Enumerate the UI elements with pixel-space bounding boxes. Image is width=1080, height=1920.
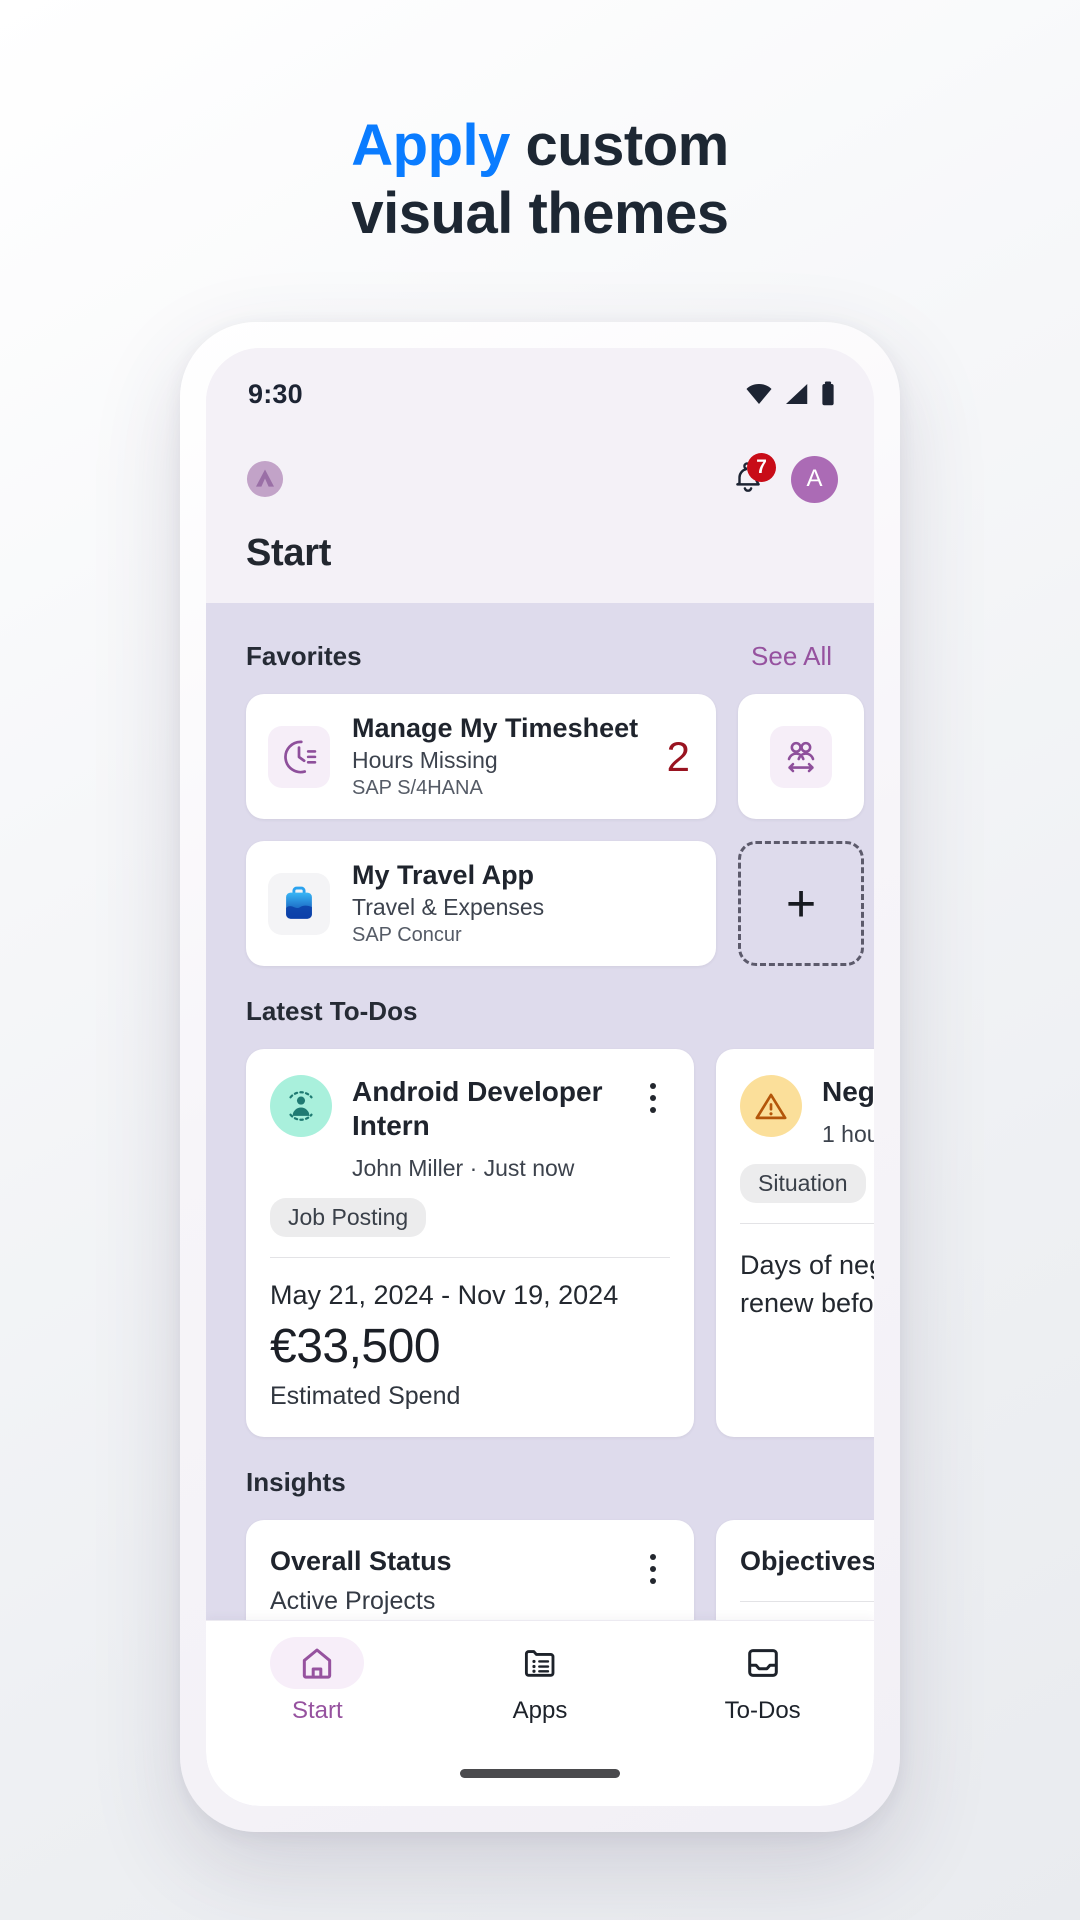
team-transfer-icon: [770, 725, 832, 788]
plus-icon: +: [785, 874, 817, 933]
nav-label-apps: Apps: [512, 1697, 568, 1724]
nav-item-apps[interactable]: Apps: [429, 1637, 652, 1725]
favorite-card-travel[interactable]: My Travel App Travel & Expenses SAP Conc…: [246, 841, 716, 966]
bottom-nav-items: Start Apps To-Dos: [206, 1637, 874, 1725]
favorite-subtitle: Travel & Expenses: [352, 894, 545, 921]
favorite-subtitle: Hours Missing: [352, 747, 498, 774]
page-content[interactable]: Favorites See All Manage My Timesheet Ho…: [206, 603, 874, 1806]
todo-amount: €33,500: [270, 1320, 441, 1374]
section-title-todos: Latest To-Dos: [246, 996, 418, 1026]
nav-item-start[interactable]: Start: [206, 1637, 429, 1725]
phone-screen: 9:30 7 A Start Favorites See All Manage …: [206, 348, 874, 1806]
promo-headline: Apply custom visual themes: [0, 112, 1080, 249]
add-favorite-button[interactable]: +: [738, 841, 864, 966]
insight-card-header: Objectives: [740, 1546, 874, 1577]
headline-line2: visual themes: [351, 181, 729, 247]
favorite-card-timesheet[interactable]: Manage My Timesheet Hours Missing SAP S/…: [246, 694, 716, 819]
insight-subtitle: Active Projects: [270, 1587, 436, 1616]
nav-label-todos: To-Dos: [724, 1697, 801, 1724]
app-header: 7 A: [206, 440, 874, 518]
home-indicator[interactable]: [460, 1769, 620, 1778]
nav-pill-apps: [493, 1637, 587, 1689]
battery-icon: [822, 381, 834, 406]
todo-card-head-text: Negotiation Deadline 1 hour ago: [822, 1075, 874, 1148]
nav-pill-todos: [716, 1637, 810, 1689]
todo-card-header: Android Developer Intern John Miller · J…: [270, 1075, 670, 1182]
insight-title: Overall Status: [270, 1546, 452, 1577]
home-icon: [303, 1648, 332, 1679]
todos-row[interactable]: Android Developer Intern John Miller · J…: [206, 1049, 874, 1438]
favorites-row-2[interactable]: My Travel App Travel & Expenses SAP Conc…: [206, 819, 874, 966]
inbox-tray-icon: [747, 1649, 778, 1677]
notifications-button[interactable]: 7: [731, 453, 776, 498]
favorite-title: Manage My Timesheet: [352, 712, 639, 743]
wifi-icon: [746, 384, 772, 404]
section-title-favorites: Favorites: [246, 641, 362, 671]
nav-item-todos[interactable]: To-Dos: [651, 1637, 874, 1725]
insight-card-header: Overall Status Active Projects: [270, 1546, 670, 1616]
favorite-card-team[interactable]: [738, 694, 864, 819]
favorite-title: My Travel App: [352, 859, 535, 890]
todo-body: Days of negotiation. Please renew before…: [740, 1250, 874, 1319]
favorite-card-text: My Travel App Travel & Expenses SAP Conc…: [352, 860, 690, 948]
avatar[interactable]: A: [791, 455, 838, 503]
nav-label-start: Start: [291, 1697, 343, 1724]
todos-section-header: Latest To-Dos: [206, 966, 874, 1049]
favorite-system: SAP Concur: [352, 924, 462, 947]
favorite-system: SAP S/4HANA: [352, 777, 483, 800]
page-title: Start: [246, 532, 332, 574]
cellular-signal-icon: [786, 384, 808, 404]
todo-date-range: May 21, 2024 - Nov 19, 2024: [270, 1280, 619, 1311]
favorites-row-1[interactable]: Manage My Timesheet Hours Missing SAP S/…: [206, 694, 874, 819]
divider: [270, 1257, 670, 1259]
status-bar: 9:30: [206, 348, 874, 440]
kebab-menu-icon[interactable]: [636, 1083, 670, 1113]
todo-chip: Situation: [740, 1164, 866, 1204]
header-actions: 7 A: [731, 453, 838, 503]
todo-chip: Job Posting: [270, 1198, 427, 1238]
todo-card-situation[interactable]: Negotiation Deadline 1 hour ago Situatio…: [716, 1049, 874, 1438]
insight-title: Objectives: [740, 1546, 874, 1577]
todo-byline: John Miller · Just now: [352, 1155, 575, 1182]
todo-card-head-text: Android Developer Intern John Miller · J…: [352, 1075, 636, 1182]
section-title-insights: Insights: [246, 1467, 346, 1498]
todo-byline: 1 hour ago: [822, 1121, 874, 1148]
status-icon-group: [744, 379, 838, 409]
phone-frame: 9:30 7 A Start Favorites See All Manage …: [180, 322, 900, 1832]
candidate-person-icon: [270, 1075, 332, 1137]
favorite-card-text: Manage My Timesheet Hours Missing SAP S/…: [352, 713, 653, 801]
travel-briefcase-icon: [268, 872, 330, 935]
todo-title: Negotiation Deadline: [822, 1076, 874, 1107]
insights-section-header: Insights: [206, 1437, 874, 1520]
divider: [740, 1223, 874, 1225]
status-time: 9:30: [248, 378, 303, 409]
todo-card-header: Negotiation Deadline 1 hour ago: [740, 1075, 874, 1148]
notification-badge: 7: [747, 453, 776, 482]
favorites-see-all-link[interactable]: See All: [751, 641, 832, 672]
headline-accent-word: Apply: [351, 113, 510, 178]
bottom-navigation: Start Apps To-Dos: [206, 1620, 874, 1806]
sap-mobile-start-logo-icon[interactable]: [246, 460, 284, 498]
apps-list-icon: [524, 1650, 555, 1677]
nav-pill-start: [270, 1637, 365, 1689]
warning-triangle-icon: [740, 1075, 802, 1137]
timesheet-clock-icon: [268, 725, 330, 788]
todo-card-job-posting[interactable]: Android Developer Intern John Miller · J…: [246, 1049, 694, 1438]
kebab-menu-icon[interactable]: [636, 1554, 670, 1585]
divider: [740, 1601, 874, 1603]
page-title-bar: Start: [206, 518, 874, 603]
todo-title: Android Developer Intern: [352, 1076, 603, 1142]
todo-amount-label: Estimated Spend: [270, 1382, 461, 1411]
favorite-count-badge: 2: [666, 732, 690, 780]
headline-line1-rest: custom: [509, 113, 729, 178]
favorites-section-header: Favorites See All: [206, 603, 874, 694]
